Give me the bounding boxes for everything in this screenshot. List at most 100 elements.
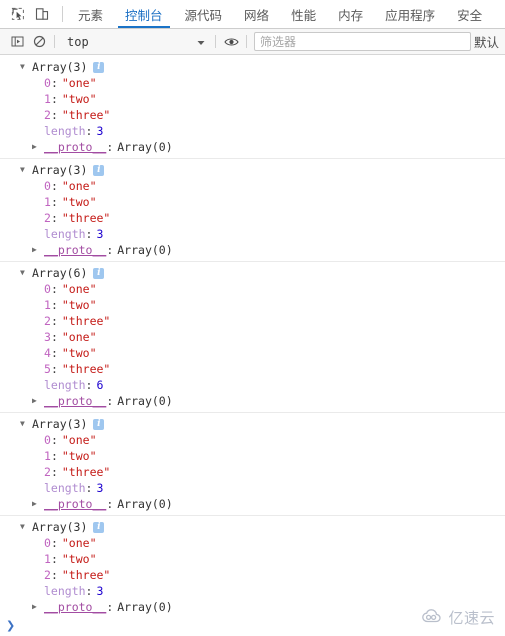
log-group-header[interactable]: ▼ Array(3) i — [0, 416, 505, 432]
property-colon: : — [50, 211, 58, 225]
proto-value: Array(0) — [117, 243, 173, 257]
property-value: "one" — [61, 536, 97, 550]
property-colon: : — [85, 378, 93, 392]
info-icon[interactable]: i — [93, 521, 105, 533]
clear-console-icon[interactable] — [28, 31, 50, 53]
property-key: length — [44, 481, 86, 495]
proto-value: Array(0) — [117, 497, 173, 511]
property-row: 2: "three" — [0, 107, 505, 123]
tab-security[interactable]: 安全 — [446, 0, 493, 28]
tabbar-tabs: 元素 控制台 源代码 网络 性能 内存 应用程序 安全 — [67, 0, 493, 28]
proto-row[interactable]: ▶ __proto__: Array(0) — [0, 599, 505, 615]
disclosure-triangle-icon[interactable]: ▶ — [32, 139, 42, 155]
console-log-group: ▼ Array(3) i 0: "one" 1: "two" 2: "three" length:… — [0, 413, 505, 516]
property-value: "one" — [61, 76, 97, 90]
tab-performance[interactable]: 性能 — [280, 0, 327, 28]
device-toolbar-icon[interactable] — [30, 2, 54, 26]
tabbar-tool-icons — [0, 0, 58, 28]
info-icon[interactable]: i — [93, 164, 105, 176]
property-colon: : — [50, 298, 58, 312]
console-log-group: ▼ Array(3) i 0: "one" 1: "two" 2: "three" length:… — [0, 516, 505, 619]
log-group-header[interactable]: ▼ Array(3) i — [0, 519, 505, 535]
property-row: 1: "two" — [0, 194, 505, 210]
array-label: Array(3) — [32, 417, 88, 431]
console-filter-toolbar: top 默认 — [0, 29, 505, 55]
execution-context-value: top — [67, 34, 89, 49]
disclosure-triangle-icon[interactable]: ▼ — [20, 265, 30, 281]
info-icon[interactable]: i — [93, 267, 105, 279]
property-key: 0 — [44, 76, 51, 90]
proto-colon: : — [106, 243, 114, 257]
property-row: 3: "one" — [0, 329, 505, 345]
filterbar-divider-3 — [246, 35, 247, 48]
info-icon[interactable]: i — [93, 418, 105, 430]
property-row: 0: "one" — [0, 75, 505, 91]
disclosure-triangle-icon[interactable]: ▼ — [20, 59, 30, 75]
tab-memory[interactable]: 内存 — [327, 0, 374, 28]
proto-row[interactable]: ▶ __proto__: Array(0) — [0, 393, 505, 409]
console-output[interactable]: ▼ Array(3) i 0: "one" 1: "two" 2: "three" length:… — [0, 56, 505, 636]
property-row: 1: "two" — [0, 297, 505, 313]
log-group-header[interactable]: ▼ Array(3) i — [0, 162, 505, 178]
log-group-header[interactable]: ▼ Array(6) i — [0, 265, 505, 281]
proto-colon: : — [106, 600, 114, 614]
property-row: length:3 — [0, 123, 505, 139]
execution-context-select[interactable]: top — [59, 32, 211, 52]
filterbar-divider-1 — [54, 35, 55, 48]
property-colon: : — [50, 314, 58, 328]
tab-label: 安全 — [457, 7, 483, 23]
proto-row[interactable]: ▶ __proto__: Array(0) — [0, 496, 505, 512]
property-row: length:6 — [0, 377, 505, 393]
proto-row[interactable]: ▶ __proto__: Array(0) — [0, 242, 505, 258]
property-value: "three" — [61, 362, 111, 376]
disclosure-triangle-icon[interactable]: ▼ — [20, 519, 30, 535]
console-sidebar-icon[interactable] — [6, 31, 28, 53]
property-colon: : — [50, 330, 58, 344]
property-colon: : — [50, 449, 58, 463]
property-key: 1 — [44, 449, 51, 463]
filterbar-divider-2 — [215, 35, 216, 48]
inspect-element-icon[interactable] — [6, 2, 30, 26]
disclosure-triangle-icon[interactable]: ▶ — [32, 496, 42, 512]
tab-console[interactable]: 控制台 — [114, 0, 174, 28]
array-label: Array(3) — [32, 163, 88, 177]
property-key: 0 — [44, 536, 51, 550]
property-value: "one" — [61, 179, 97, 193]
log-level-select[interactable]: 默认 — [474, 32, 501, 51]
property-row: 2: "three" — [0, 464, 505, 480]
property-key: 0 — [44, 282, 51, 296]
console-prompt-row[interactable]: ❯ — [0, 614, 505, 636]
property-key: 2 — [44, 568, 51, 582]
tab-sources[interactable]: 源代码 — [174, 0, 234, 28]
property-colon: : — [50, 76, 58, 90]
property-row: length:3 — [0, 583, 505, 599]
tab-application[interactable]: 应用程序 — [374, 0, 446, 28]
disclosure-triangle-icon[interactable]: ▶ — [32, 242, 42, 258]
proto-colon: : — [106, 497, 114, 511]
proto-key: __proto__ — [44, 394, 107, 408]
filter-input[interactable] — [254, 32, 471, 51]
proto-value: Array(0) — [117, 600, 173, 614]
info-icon[interactable]: i — [93, 61, 105, 73]
log-group-header[interactable]: ▼ Array(3) i — [0, 59, 505, 75]
disclosure-triangle-icon[interactable]: ▶ — [32, 393, 42, 409]
console-log-group: ▼ Array(6) i 0: "one" 1: "two" 2: "three" 3: "one"… — [0, 262, 505, 413]
console-log-group: ▼ Array(3) i 0: "one" 1: "two" 2: "three" length:… — [0, 56, 505, 159]
tab-network[interactable]: 网络 — [233, 0, 280, 28]
property-value: 3 — [96, 124, 104, 138]
property-colon: : — [50, 362, 58, 376]
disclosure-triangle-icon[interactable]: ▼ — [20, 416, 30, 432]
disclosure-triangle-icon[interactable]: ▶ — [32, 599, 42, 615]
property-row: length:3 — [0, 480, 505, 496]
property-key: 1 — [44, 92, 51, 106]
chevron-down-icon — [197, 35, 205, 49]
proto-row[interactable]: ▶ __proto__: Array(0) — [0, 139, 505, 155]
property-row: 1: "two" — [0, 551, 505, 567]
proto-key: __proto__ — [44, 600, 107, 614]
eye-icon[interactable] — [220, 31, 242, 53]
tab-elements[interactable]: 元素 — [67, 0, 114, 28]
proto-key: __proto__ — [44, 140, 107, 154]
disclosure-triangle-icon[interactable]: ▼ — [20, 162, 30, 178]
property-colon: : — [85, 227, 93, 241]
property-colon: : — [85, 124, 93, 138]
